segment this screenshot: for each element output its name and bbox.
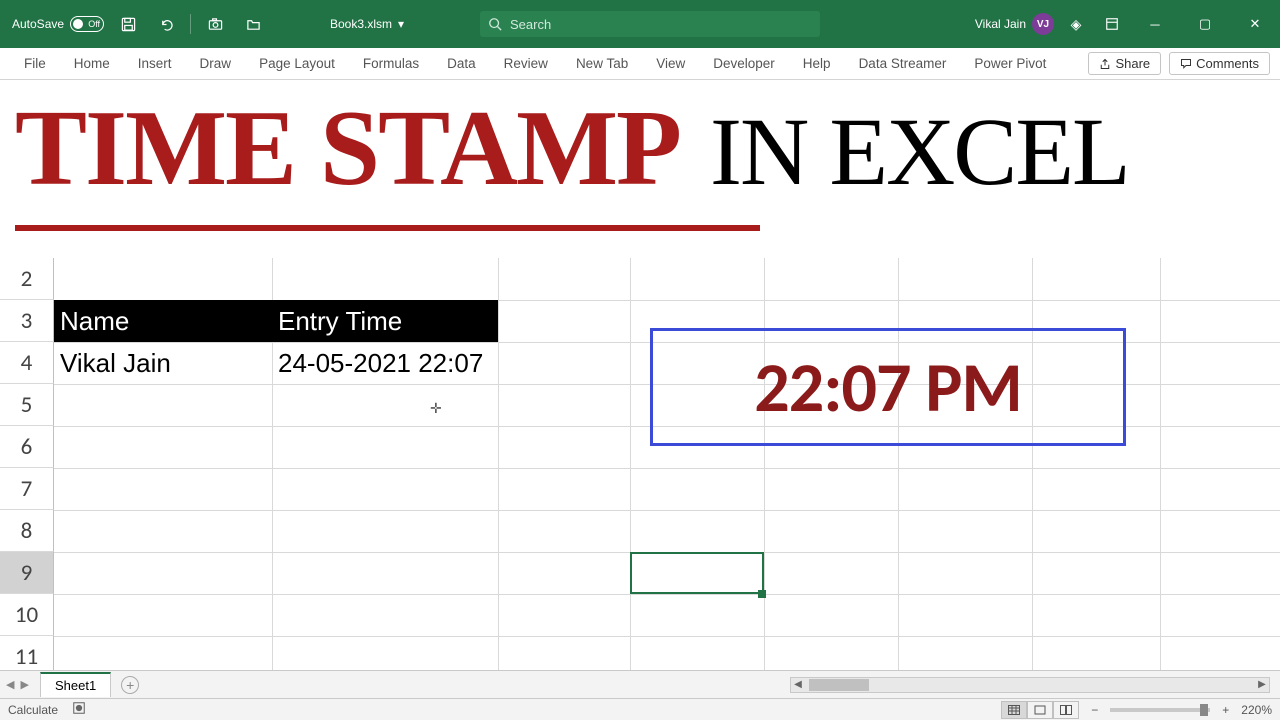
ribbon-tabs: File Home Insert Draw Page Layout Formul… xyxy=(0,48,1280,80)
ribbon-tab-home[interactable]: Home xyxy=(60,50,124,77)
add-sheet-button[interactable]: + xyxy=(121,676,139,694)
title-underline xyxy=(15,225,760,231)
close-button[interactable]: ✕ xyxy=(1234,0,1276,48)
sheet-tab[interactable]: Sheet1 xyxy=(40,672,111,697)
chevron-down-icon: ▾ xyxy=(398,17,404,31)
row-header[interactable]: 4 xyxy=(0,342,54,384)
row-header[interactable]: 9 xyxy=(0,552,54,594)
user-account[interactable]: Vikal Jain VJ xyxy=(975,13,1054,35)
cell-entry-time[interactable]: 24-05-2021 22:07 xyxy=(272,342,498,384)
status-mode: Calculate xyxy=(8,703,58,717)
worksheet-canvas: TIME STAMP IN EXCEL 2 3 4 5 6 7 8 9 10 1… xyxy=(0,80,1280,670)
search-icon xyxy=(488,17,502,31)
cells[interactable]: Name Entry Time Vikal Jain 24-05-2021 22… xyxy=(54,258,1280,670)
ribbon-tab-draw[interactable]: Draw xyxy=(186,50,246,77)
selected-cell[interactable] xyxy=(630,552,764,594)
ribbon-tab-power-pivot[interactable]: Power Pivot xyxy=(960,50,1060,77)
row-header[interactable]: 2 xyxy=(0,258,54,300)
ribbon-tab-review[interactable]: Review xyxy=(490,50,562,77)
ribbon-tab-page-layout[interactable]: Page Layout xyxy=(245,50,349,77)
qat-separator xyxy=(190,14,191,34)
diamond-icon[interactable]: ◈ xyxy=(1062,10,1090,38)
autosave-control[interactable]: AutoSave Off xyxy=(12,16,104,32)
row-header[interactable]: 7 xyxy=(0,468,54,510)
page-layout-view-button[interactable] xyxy=(1027,701,1053,719)
table-header-row: Name Entry Time xyxy=(54,300,498,342)
title-black: IN EXCEL xyxy=(710,104,1129,200)
sheet-nav-prev-icon[interactable]: ◀ xyxy=(6,678,14,691)
row-header[interactable]: 11 xyxy=(0,636,54,670)
ribbon-tab-formulas[interactable]: Formulas xyxy=(349,50,433,77)
status-bar: Calculate − + 220% xyxy=(0,698,1280,720)
filename-label: Book3.xlsm xyxy=(330,17,392,31)
normal-view-button[interactable] xyxy=(1001,701,1027,719)
scroll-thumb[interactable] xyxy=(809,679,869,691)
row-header[interactable]: 5 xyxy=(0,384,54,426)
user-avatar: VJ xyxy=(1032,13,1054,35)
filename-area[interactable]: Book3.xlsm ▾ xyxy=(330,17,404,31)
grid-area: 2 3 4 5 6 7 8 9 10 11 xyxy=(0,258,1280,670)
open-icon[interactable] xyxy=(239,10,267,38)
title-art: TIME STAMP IN EXCEL xyxy=(15,95,1129,203)
undo-icon[interactable] xyxy=(152,10,180,38)
row-header[interactable]: 3 xyxy=(0,300,54,342)
title-bar: AutoSave Off Book3.xlsm ▾ Search Vikal J… xyxy=(0,0,1280,48)
zoom-thumb[interactable] xyxy=(1200,704,1208,716)
quick-access-toolbar: AutoSave Off xyxy=(0,0,267,48)
horizontal-scrollbar[interactable]: ◀ ▶ xyxy=(790,677,1270,693)
search-input[interactable]: Search xyxy=(480,11,820,37)
maximize-button[interactable]: ▢ xyxy=(1184,0,1226,48)
share-button[interactable]: Share xyxy=(1088,52,1161,75)
autosave-toggle[interactable]: Off xyxy=(70,16,104,32)
user-name: Vikal Jain xyxy=(975,17,1026,31)
table-row: Vikal Jain 24-05-2021 22:07 xyxy=(54,342,498,384)
zoom-slider[interactable] xyxy=(1110,708,1210,712)
title-red: TIME STAMP xyxy=(15,95,680,203)
comment-icon xyxy=(1180,58,1192,70)
clock-display[interactable]: 22:07 PM xyxy=(650,328,1126,446)
fill-handle[interactable] xyxy=(758,590,766,598)
ribbon-tab-help[interactable]: Help xyxy=(789,50,845,77)
scroll-right-icon[interactable]: ▶ xyxy=(1255,679,1269,690)
sheet-nav: ◀ ▶ xyxy=(6,678,29,691)
save-icon[interactable] xyxy=(114,10,142,38)
ribbon-tab-file[interactable]: File xyxy=(10,50,60,77)
ribbon-display-icon[interactable] xyxy=(1098,10,1126,38)
scroll-left-icon[interactable]: ◀ xyxy=(791,679,805,690)
ribbon-tab-view[interactable]: View xyxy=(642,50,699,77)
search-placeholder: Search xyxy=(510,17,551,32)
cell-name[interactable]: Vikal Jain xyxy=(54,342,272,384)
share-icon xyxy=(1099,58,1111,70)
ribbon-tab-developer[interactable]: Developer xyxy=(699,50,789,77)
ribbon-tab-new-tab[interactable]: New Tab xyxy=(562,50,642,77)
camera-icon[interactable] xyxy=(201,10,229,38)
ribbon-tab-data[interactable]: Data xyxy=(433,50,490,77)
sheet-nav-next-icon[interactable]: ▶ xyxy=(20,678,28,691)
table-header-entry-time[interactable]: Entry Time xyxy=(272,300,498,342)
titlebar-right: Vikal Jain VJ ◈ ─ ▢ ✕ xyxy=(975,0,1280,48)
row-header[interactable]: 6 xyxy=(0,426,54,468)
ribbon-tab-data-streamer[interactable]: Data Streamer xyxy=(845,50,961,77)
macro-record-icon[interactable] xyxy=(72,701,86,718)
ribbon-tab-insert[interactable]: Insert xyxy=(124,50,186,77)
row-headers: 2 3 4 5 6 7 8 9 10 11 xyxy=(0,258,54,670)
table-header-name[interactable]: Name xyxy=(54,300,272,342)
cell-cursor-icon: ✛ xyxy=(430,400,442,417)
zoom-in-button[interactable]: + xyxy=(1222,703,1229,717)
row-header[interactable]: 8 xyxy=(0,510,54,552)
zoom-out-button[interactable]: − xyxy=(1091,703,1098,717)
zoom-level[interactable]: 220% xyxy=(1241,703,1272,717)
comments-button[interactable]: Comments xyxy=(1169,52,1270,75)
sheet-tab-bar: ◀ ▶ Sheet1 + ◀ ▶ xyxy=(0,670,1280,698)
autosave-label: AutoSave xyxy=(12,17,64,31)
page-break-view-button[interactable] xyxy=(1053,701,1079,719)
view-buttons xyxy=(1001,701,1079,719)
row-header[interactable]: 10 xyxy=(0,594,54,636)
minimize-button[interactable]: ─ xyxy=(1134,0,1176,48)
